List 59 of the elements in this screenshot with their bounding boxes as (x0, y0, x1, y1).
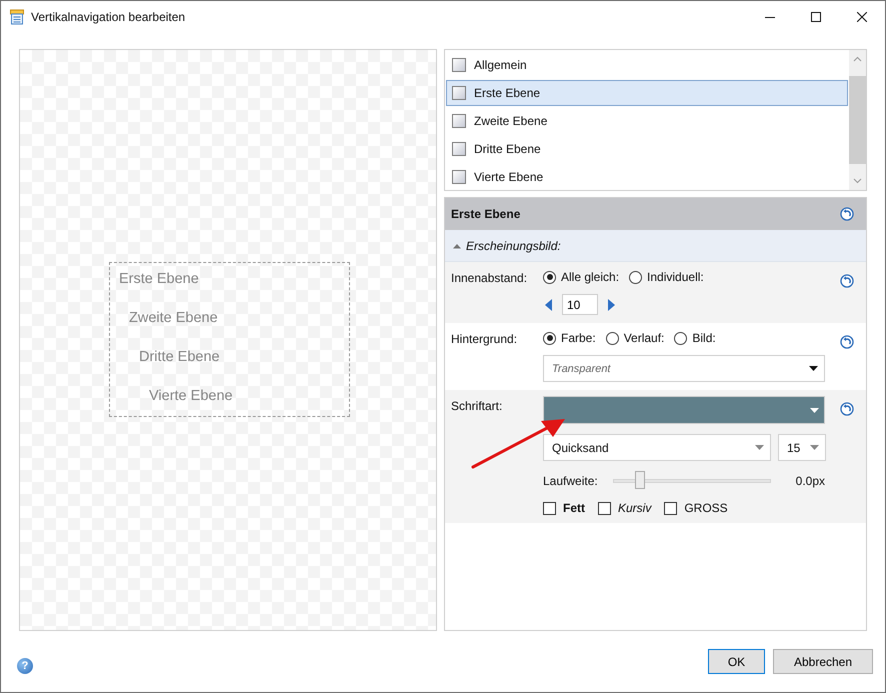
undo-icon[interactable] (840, 274, 854, 288)
undo-icon[interactable] (840, 402, 854, 416)
group-label: Erscheinungsbild: (466, 238, 561, 252)
increase-arrow-icon[interactable] (608, 298, 615, 310)
style-checkbox[interactable]: Fett (543, 501, 585, 515)
property-label: Schriftart: (451, 398, 504, 413)
radio-option[interactable]: Alle gleich: (543, 268, 620, 284)
size-dropdown[interactable]: 15 (778, 434, 826, 461)
scroll-up-icon[interactable] (853, 56, 862, 62)
scroll-thumb[interactable] (849, 76, 866, 164)
undo-icon[interactable] (840, 207, 854, 221)
list-item[interactable]: Dritte Ebene (446, 136, 848, 162)
number-field[interactable]: 10 (562, 294, 598, 315)
dropdown-arrow-icon (809, 366, 818, 371)
property-label: Innenabstand: (451, 270, 528, 285)
spacing-slider[interactable] (613, 471, 771, 491)
list-item-label: Allgemein (474, 58, 527, 72)
style-checkbox[interactable]: Kursiv (598, 501, 652, 515)
style-checkbox[interactable]: GROSS (664, 501, 728, 515)
checkbox[interactable] (452, 58, 466, 72)
window-title: Vertikalnavigation bearbeiten (31, 10, 186, 24)
list-item-label: Zweite Ebene (474, 114, 548, 128)
checkbox[interactable] (452, 86, 466, 100)
cancel-button[interactable]: Abbrechen (773, 649, 873, 674)
spacing-label: Laufweite: (543, 474, 599, 488)
list-item-label: Dritte Ebene (474, 142, 541, 156)
dropdown-arrow-icon (810, 408, 819, 412)
radio-option[interactable]: Verlauf: (606, 329, 664, 345)
list-item[interactable]: Zweite Ebene (446, 108, 848, 134)
decrease-arrow-icon[interactable] (545, 298, 552, 310)
checkbox[interactable] (452, 114, 466, 128)
radio-option[interactable]: Individuell: (629, 268, 704, 284)
font-color-dropdown[interactable] (543, 396, 825, 424)
list-item[interactable]: Allgemein (446, 52, 848, 78)
radio-option[interactable]: Bild: (674, 329, 716, 345)
undo-icon[interactable] (840, 335, 854, 349)
list-item[interactable]: Vierte Ebene (446, 164, 848, 190)
color-dropdown[interactable]: Transparent (543, 355, 825, 382)
font-dropdown[interactable]: Quicksand (543, 434, 771, 461)
maximize-icon[interactable] (811, 12, 821, 22)
list-item-label: Vierte Ebene (474, 170, 544, 184)
close-icon[interactable] (857, 12, 867, 22)
dropdown-arrow-icon (810, 445, 819, 450)
scroll-down-icon[interactable] (853, 178, 862, 184)
spacing-value: 0.0px (796, 474, 826, 488)
list-item-label: Erste Ebene (474, 86, 540, 100)
group-header[interactable]: Erscheinungsbild: (445, 230, 866, 262)
dropdown-arrow-icon (755, 445, 764, 450)
checkbox[interactable] (452, 170, 466, 184)
scrollbar[interactable] (849, 50, 866, 190)
list-item[interactable]: Erste Ebene (446, 80, 848, 106)
property-label: Hintergrund: (451, 331, 518, 346)
radio-option[interactable]: Farbe: (543, 329, 596, 345)
panel-title: Erste Ebene (451, 207, 520, 221)
slider-thumb[interactable] (634, 471, 645, 489)
checkbox[interactable] (452, 142, 466, 156)
collapse-triangle-icon[interactable] (453, 242, 461, 248)
ok-button[interactable]: OK (708, 649, 765, 674)
list-icon (9, 8, 25, 24)
